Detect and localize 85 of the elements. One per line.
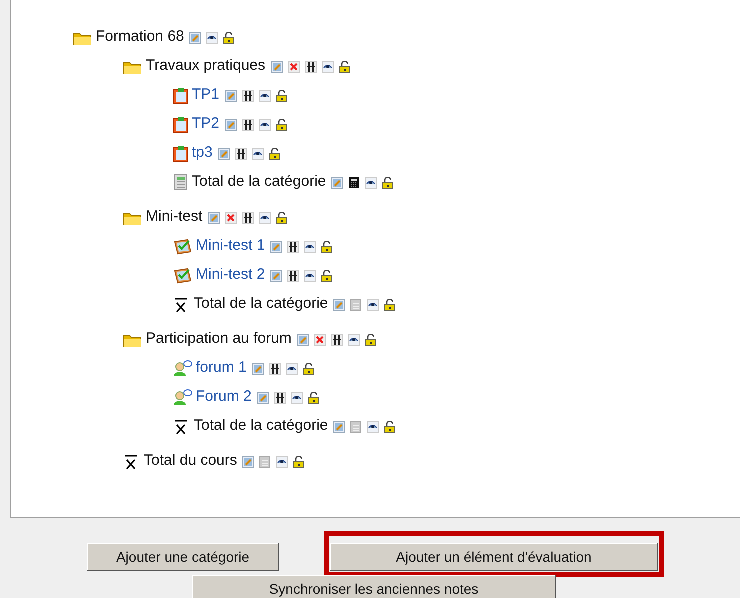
padlock-icon[interactable] — [321, 270, 334, 282]
eye-icon[interactable] — [367, 420, 380, 432]
eye-icon[interactable] — [258, 118, 271, 130]
category-name: Formation 68 — [96, 27, 184, 48]
padlock-icon[interactable] — [223, 32, 236, 44]
total-label: Total de la catégorie — [194, 294, 328, 314]
total-label: Total de la catégorie — [192, 172, 326, 192]
item-link[interactable]: forum 1 — [196, 357, 247, 380]
padlock-icon[interactable] — [293, 456, 306, 468]
padlock-icon[interactable] — [384, 298, 396, 310]
padlock-icon[interactable] — [321, 240, 334, 252]
eye-icon[interactable] — [252, 148, 264, 160]
eye-icon[interactable] — [258, 212, 271, 224]
edit-icon[interactable] — [242, 456, 254, 468]
eye-icon[interactable] — [322, 60, 334, 72]
category-name: Participation au forum — [146, 329, 292, 350]
action-button[interactable]: Synchroniser les anciennes notes — [192, 575, 556, 598]
delete-icon[interactable] — [288, 60, 300, 72]
category-name: Mini-test — [146, 207, 203, 228]
padlock-icon[interactable] — [308, 392, 320, 404]
delete-icon[interactable] — [224, 212, 237, 224]
calculator-icon[interactable] — [348, 176, 360, 188]
people-icon — [173, 360, 193, 377]
spreadsheet-icon — [173, 174, 189, 191]
edit-icon[interactable] — [224, 90, 237, 102]
checklist-icon — [173, 267, 193, 284]
total-label: Total du cours — [144, 451, 238, 472]
edit-icon[interactable] — [270, 60, 283, 72]
item-link[interactable]: Mini-test 1 — [196, 235, 266, 258]
item-link[interactable]: Forum 2 — [196, 386, 252, 409]
edit-icon[interactable] — [218, 148, 230, 160]
eye-icon[interactable] — [304, 240, 316, 252]
move-icon[interactable] — [330, 334, 343, 346]
padlock-icon[interactable] — [364, 334, 377, 346]
eye-icon[interactable] — [286, 362, 298, 374]
padlock-icon[interactable] — [276, 90, 288, 102]
edit-icon[interactable] — [270, 270, 282, 282]
edit-icon[interactable] — [256, 392, 269, 404]
edit-icon[interactable] — [224, 118, 237, 130]
item-link[interactable]: Mini-test 2 — [196, 264, 266, 287]
delete-icon[interactable] — [314, 334, 326, 346]
total-label: Total de la catégorie — [194, 416, 328, 436]
padlock-icon[interactable] — [338, 60, 351, 72]
item-link[interactable]: TP1 — [192, 84, 220, 107]
edit-icon[interactable] — [333, 420, 346, 432]
move-icon[interactable] — [287, 240, 300, 252]
checklist-icon — [173, 238, 193, 255]
edit-icon[interactable] — [208, 212, 220, 224]
clipboard-icon — [173, 144, 189, 162]
padlock-icon[interactable] — [382, 176, 394, 188]
move-icon[interactable] — [242, 90, 254, 102]
move-icon[interactable] — [242, 212, 254, 224]
eye-icon[interactable] — [367, 298, 380, 310]
action-button[interactable]: Ajouter une catégorie — [87, 543, 279, 571]
move-icon[interactable] — [274, 392, 286, 404]
padlock-icon[interactable] — [268, 148, 281, 160]
item-link[interactable]: tp3 — [192, 142, 213, 165]
edit-icon[interactable] — [189, 32, 202, 44]
eye-icon[interactable] — [290, 392, 303, 404]
move-icon[interactable] — [268, 362, 281, 374]
edit-icon[interactable] — [252, 362, 264, 374]
category-name: Travaux pratiques — [146, 56, 266, 76]
clipboard-icon — [173, 86, 189, 104]
edit-icon[interactable] — [333, 298, 346, 310]
clipboard-icon — [173, 116, 189, 134]
action-button[interactable]: Ajouter un élément d'évaluation — [330, 543, 658, 571]
item-link[interactable]: TP2 — [192, 113, 220, 136]
move-icon[interactable] — [242, 118, 254, 130]
padlock-icon[interactable] — [276, 118, 288, 130]
eye-icon[interactable] — [365, 176, 378, 188]
people-icon — [173, 389, 193, 406]
eye-icon[interactable] — [304, 270, 316, 282]
padlock-icon[interactable] — [302, 362, 315, 374]
edit-icon[interactable] — [331, 176, 344, 188]
edit-icon[interactable] — [270, 240, 282, 252]
eye-icon[interactable] — [258, 90, 271, 102]
edit-icon[interactable] — [296, 334, 309, 346]
padlock-icon[interactable] — [384, 420, 396, 432]
move-icon[interactable] — [304, 60, 317, 72]
eye-icon[interactable] — [348, 334, 360, 346]
eye-icon[interactable] — [206, 32, 218, 44]
eye-icon[interactable] — [276, 456, 288, 468]
padlock-icon[interactable] — [276, 212, 288, 224]
move-icon[interactable] — [287, 270, 300, 282]
move-icon[interactable] — [234, 148, 247, 160]
